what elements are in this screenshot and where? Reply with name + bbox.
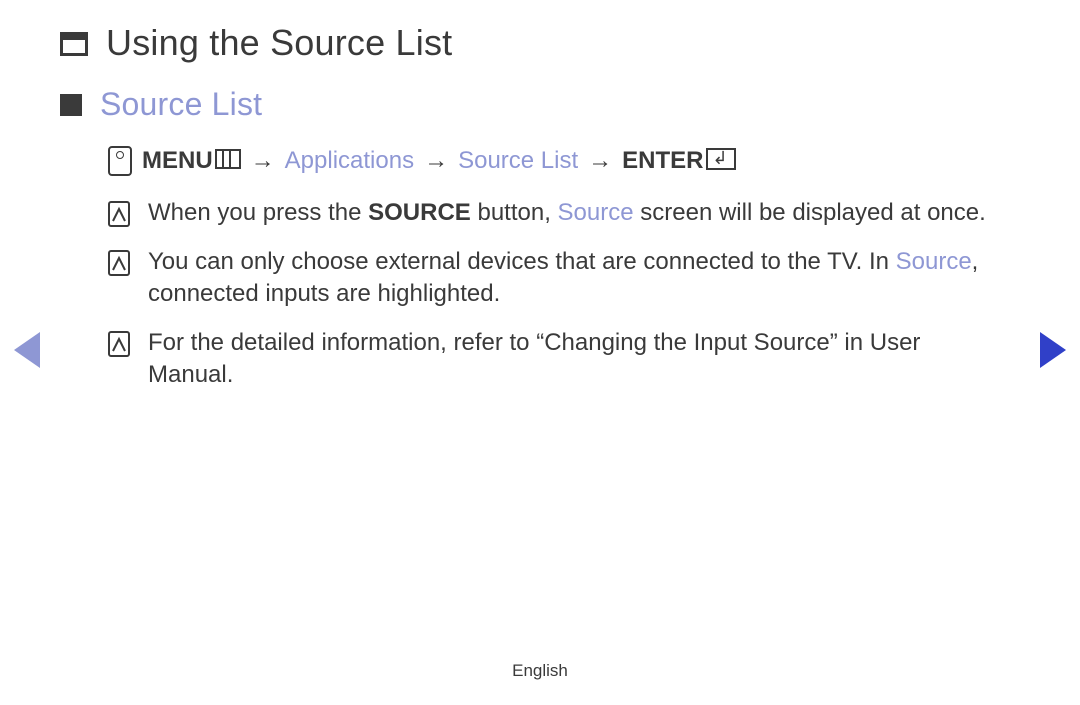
note-icon — [108, 331, 130, 357]
text-fragment: For the detailed information, refer to “… — [148, 329, 920, 388]
remote-icon — [108, 146, 132, 176]
menu-text: MENU — [142, 147, 213, 174]
note-icon — [108, 201, 130, 227]
footer-language: English — [0, 661, 1080, 681]
page-title-row: Using the Source List — [60, 22, 996, 64]
note-item: When you press the SOURCE button, Source… — [108, 197, 996, 229]
text-accent: Source — [558, 199, 634, 226]
page-title: Using the Source List — [106, 22, 452, 64]
text-fragment: When you press the — [148, 199, 368, 226]
menu-label: MENU — [142, 145, 241, 177]
path-separator: → — [251, 145, 275, 177]
section-icon — [60, 32, 88, 56]
note-text: You can only choose external devices tha… — [148, 246, 996, 311]
text-fragment: You can only choose external devices tha… — [148, 248, 896, 275]
text-fragment: button, — [471, 199, 558, 226]
enter-button-icon — [706, 148, 736, 170]
enter-text: ENTER — [622, 147, 703, 174]
subsection-row: Source List — [60, 86, 996, 123]
note-text: For the detailed information, refer to “… — [148, 327, 996, 392]
note-item: You can only choose external devices tha… — [108, 246, 996, 311]
path-separator: → — [424, 145, 448, 177]
note-icon — [108, 250, 130, 276]
menu-button-icon — [215, 149, 241, 169]
menu-path: MENU → Applications → Source List → ENTE… — [108, 145, 996, 177]
text-accent: Source — [896, 248, 972, 275]
path-step-source-list: Source List — [458, 145, 578, 177]
square-bullet-icon — [60, 94, 82, 116]
text-bold: SOURCE — [368, 199, 471, 226]
next-page-button[interactable] — [1040, 332, 1066, 368]
note-item: For the detailed information, refer to “… — [108, 327, 996, 392]
path-separator: → — [588, 145, 612, 177]
enter-label: ENTER — [622, 145, 735, 177]
prev-page-button[interactable] — [14, 332, 40, 368]
path-step-applications: Applications — [285, 145, 414, 177]
content-body: MENU → Applications → Source List → ENTE… — [108, 145, 996, 391]
note-text: When you press the SOURCE button, Source… — [148, 197, 996, 229]
subsection-title: Source List — [100, 86, 262, 123]
manual-page: Using the Source List Source List MENU →… — [0, 0, 1080, 391]
text-fragment: screen will be displayed at once. — [634, 199, 986, 226]
